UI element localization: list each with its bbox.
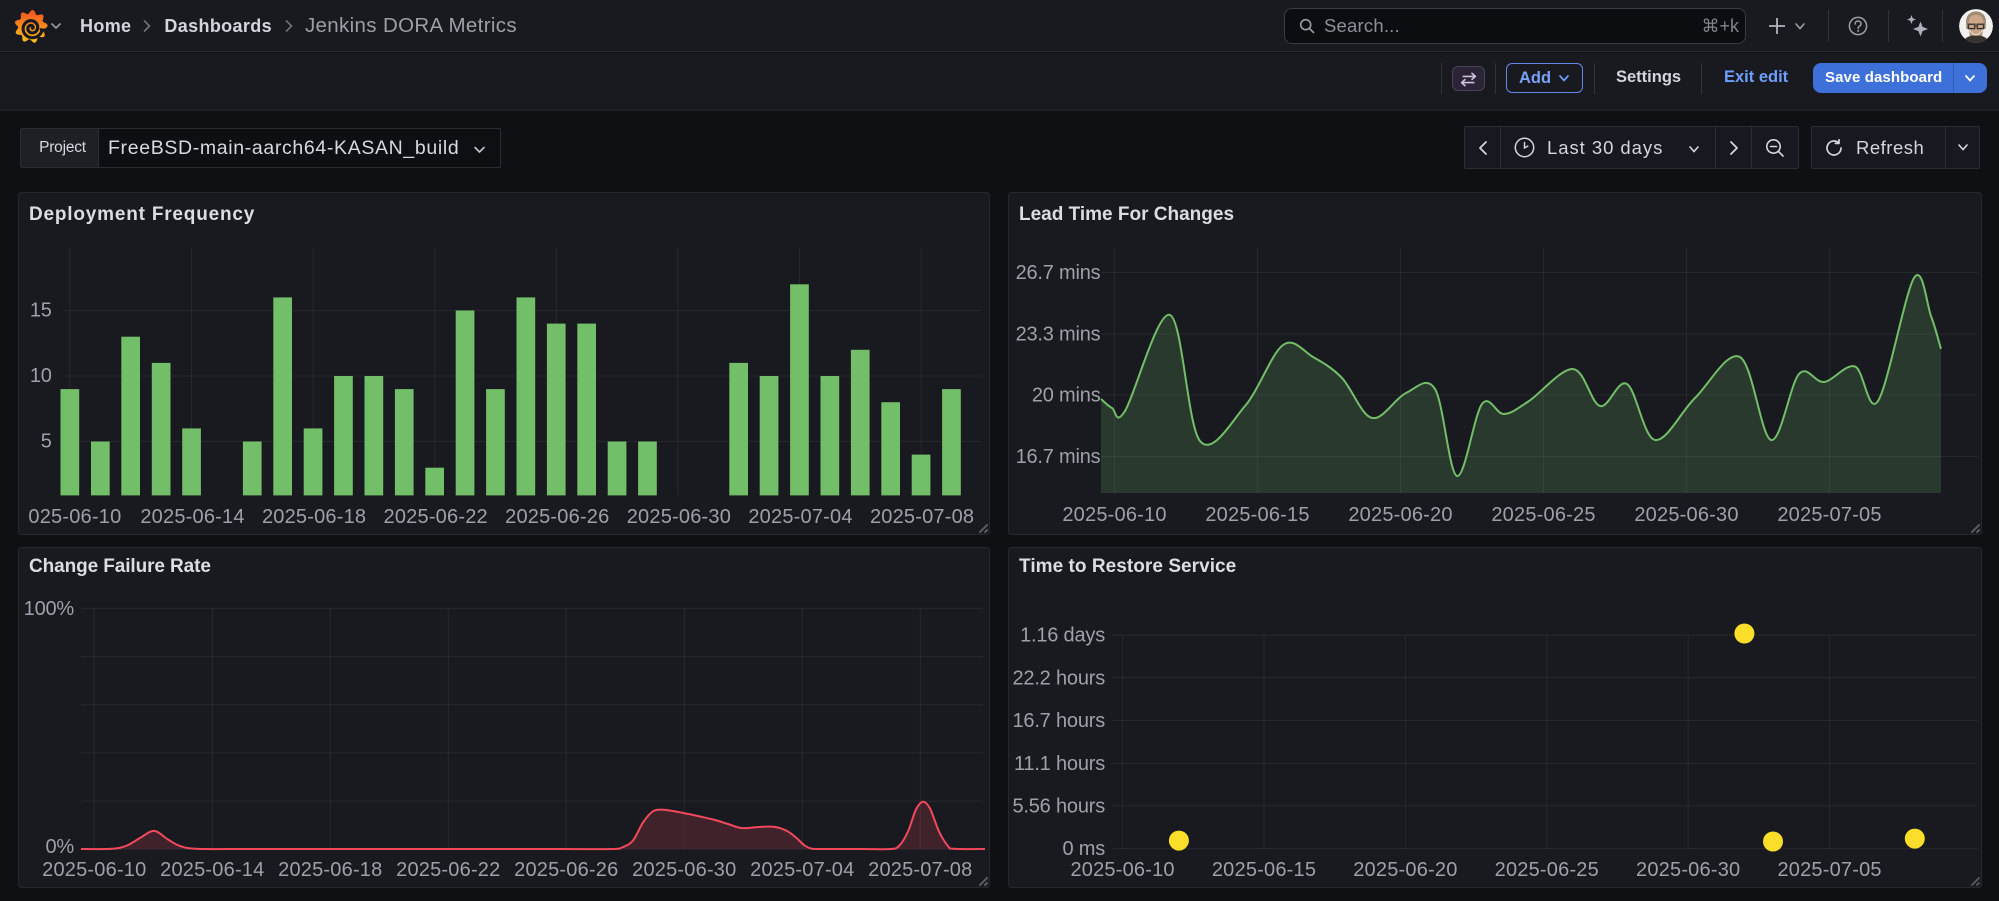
svg-text:2025-06-26: 2025-06-26 [505, 506, 609, 528]
svg-text:2025-06-10: 2025-06-10 [1070, 859, 1174, 881]
svg-text:5.56 hours: 5.56 hours [1012, 795, 1105, 817]
svg-text:2025-06-22: 2025-06-22 [396, 858, 500, 880]
svg-text:16.7 hours: 16.7 hours [1012, 710, 1105, 732]
svg-text:2025-06-14: 2025-06-14 [140, 506, 244, 528]
svg-text:20 mins: 20 mins [1032, 385, 1101, 407]
svg-text:16.7 mins: 16.7 mins [1016, 446, 1101, 468]
svg-text:2025-06-10: 2025-06-10 [42, 858, 146, 880]
svg-text:11.1 hours: 11.1 hours [1014, 752, 1105, 774]
svg-text:2025-07-04: 2025-07-04 [748, 506, 852, 528]
svg-text:5: 5 [41, 430, 52, 452]
svg-text:2025-07-04: 2025-07-04 [750, 858, 854, 880]
svg-text:2025-07-08: 2025-07-08 [870, 506, 974, 528]
svg-text:025-06-10: 025-06-10 [28, 506, 121, 528]
svg-text:2025-07-05: 2025-07-05 [1777, 504, 1881, 526]
svg-text:2025-06-30: 2025-06-30 [627, 506, 731, 528]
svg-text:2025-06-30: 2025-06-30 [632, 858, 736, 880]
svg-text:100%: 100% [24, 598, 75, 620]
svg-text:2025-06-22: 2025-06-22 [384, 506, 488, 528]
svg-text:2025-06-25: 2025-06-25 [1491, 504, 1595, 526]
svg-text:2025-07-05: 2025-07-05 [1777, 859, 1881, 881]
svg-text:0%: 0% [45, 836, 74, 858]
svg-text:2025-07-08: 2025-07-08 [868, 858, 972, 880]
svg-text:2025-06-15: 2025-06-15 [1212, 859, 1316, 881]
svg-text:22.2 hours: 22.2 hours [1012, 667, 1105, 689]
svg-text:2025-06-15: 2025-06-15 [1205, 504, 1309, 526]
svg-text:2025-06-18: 2025-06-18 [262, 506, 366, 528]
svg-text:2025-06-26: 2025-06-26 [514, 858, 618, 880]
svg-text:10: 10 [30, 365, 52, 387]
svg-text:0 ms: 0 ms [1062, 838, 1105, 860]
svg-text:2025-06-18: 2025-06-18 [278, 858, 382, 880]
svg-text:1.16 days: 1.16 days [1020, 624, 1105, 646]
svg-text:2025-06-20: 2025-06-20 [1348, 504, 1452, 526]
svg-text:26.7 mins: 26.7 mins [1016, 262, 1101, 284]
svg-text:2025-06-10: 2025-06-10 [1062, 504, 1166, 526]
svg-text:2025-06-25: 2025-06-25 [1495, 859, 1599, 881]
svg-text:2025-06-14: 2025-06-14 [160, 858, 264, 880]
svg-text:15: 15 [30, 299, 52, 321]
svg-text:2025-06-30: 2025-06-30 [1636, 859, 1740, 881]
svg-text:2025-06-20: 2025-06-20 [1353, 859, 1457, 881]
svg-text:23.3 mins: 23.3 mins [1016, 324, 1101, 346]
svg-text:2025-06-30: 2025-06-30 [1634, 504, 1738, 526]
